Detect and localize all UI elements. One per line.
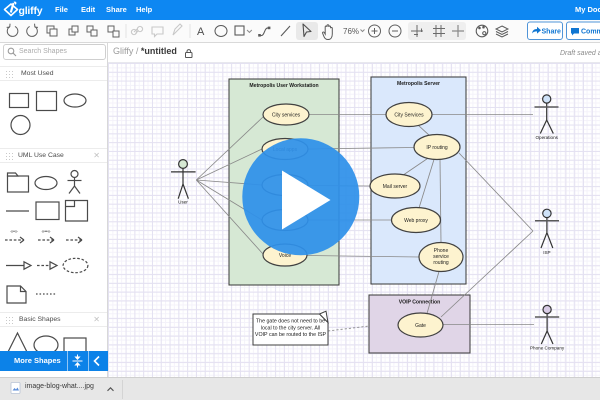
svg-text:«•»: «•»: [10, 229, 18, 235]
svg-text:local to the city server. All: local to the city server. All: [261, 325, 320, 331]
svg-text:User: User: [178, 200, 188, 205]
svg-text:Phone Company: Phone Company: [530, 346, 565, 351]
svg-text:VOIP Connection: VOIP Connection: [399, 300, 441, 306]
svg-text:A: A: [197, 26, 205, 38]
svg-text:76%: 76%: [343, 27, 359, 36]
svg-text:City services: City services: [272, 113, 301, 119]
svg-text:routing: routing: [433, 260, 449, 266]
svg-text:The gate does not need to be: The gate does not need to be: [256, 319, 325, 325]
svg-text:City Services: City Services: [394, 113, 424, 119]
svg-text:Share: Share: [542, 29, 562, 36]
svg-text:Mail server: Mail server: [383, 184, 408, 190]
svg-text:Web proxy: Web proxy: [404, 218, 428, 224]
svg-text:ISP: ISP: [543, 250, 550, 255]
svg-text:IP routing: IP routing: [426, 145, 448, 151]
svg-text:Operations: Operations: [535, 135, 558, 140]
svg-text:Metropolis Server: Metropolis Server: [397, 81, 440, 87]
svg-text:gliffy: gliffy: [19, 5, 43, 17]
svg-text:Metropolis User Workstation: Metropolis User Workstation: [249, 83, 318, 89]
svg-text:Comm: Comm: [581, 29, 600, 36]
svg-text:«••»: «••»: [41, 229, 50, 235]
svg-text:VOIP can be routed to the ISP: VOIP can be routed to the ISP: [255, 332, 327, 338]
svg-text:Gate: Gate: [415, 323, 426, 329]
